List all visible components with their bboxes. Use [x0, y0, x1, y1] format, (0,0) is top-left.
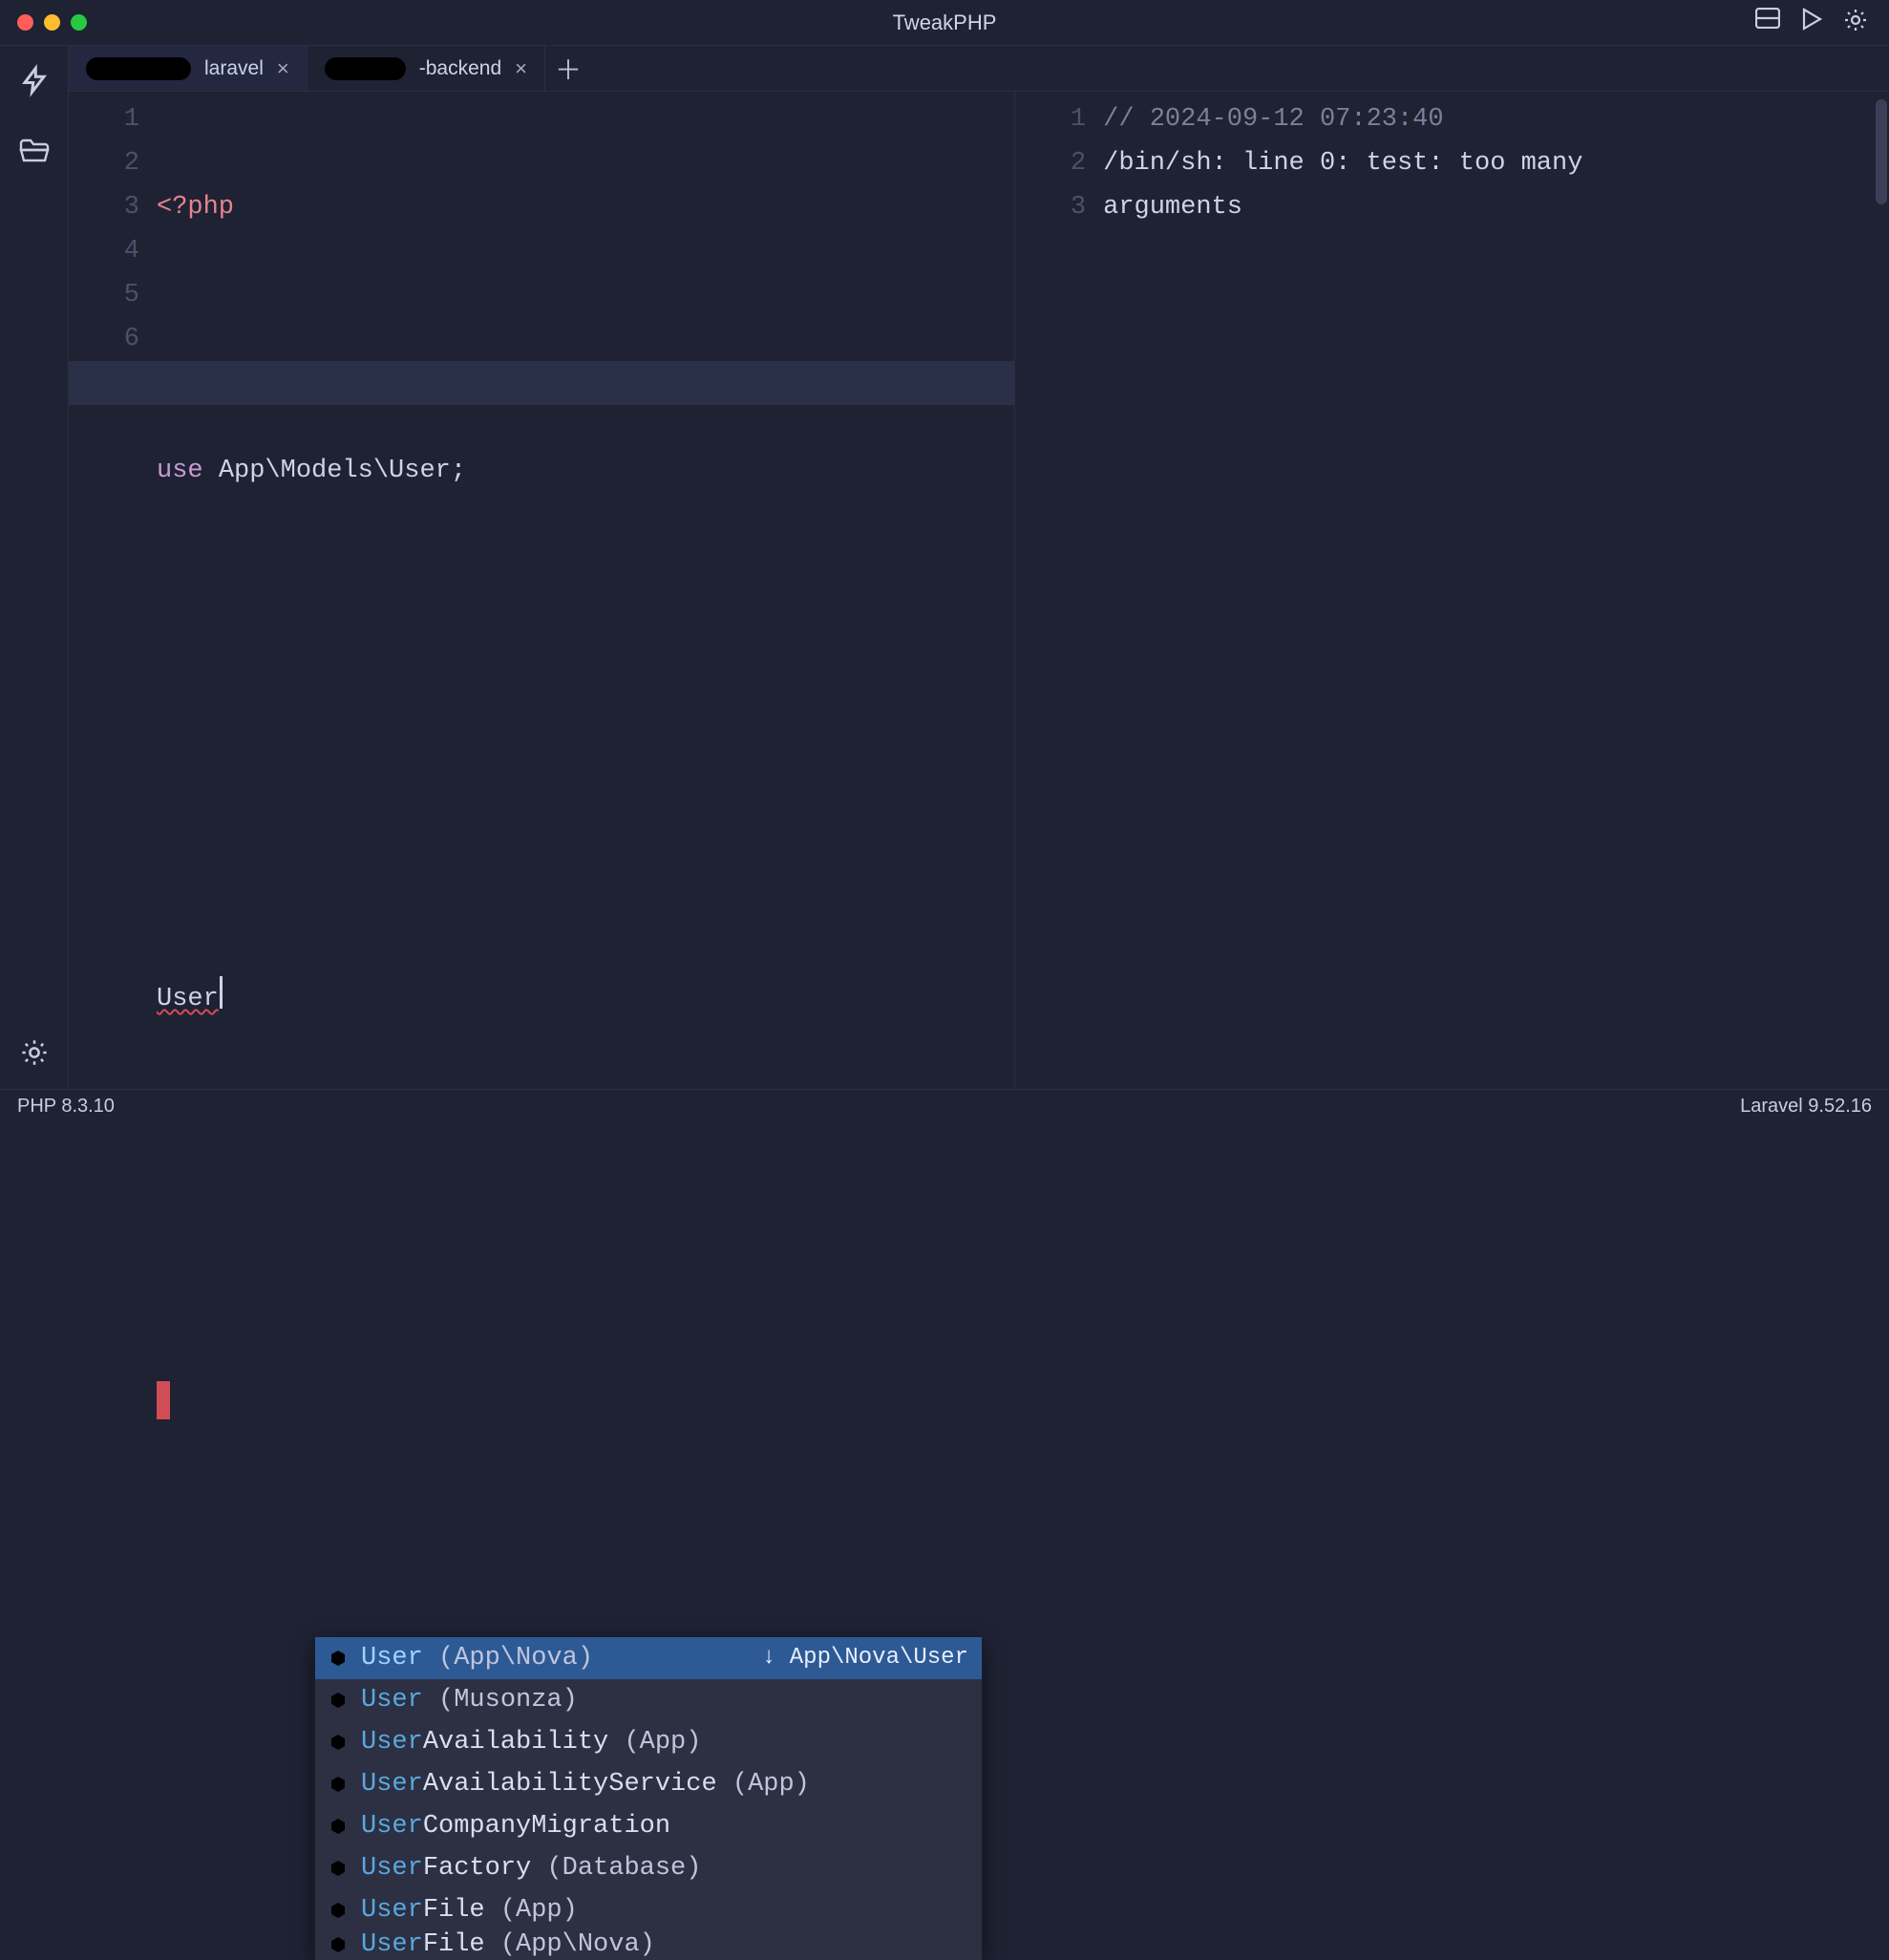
autocomplete-item[interactable]: UserCompanyMigration: [315, 1805, 982, 1847]
class-icon: [329, 1649, 350, 1668]
app-title: TweakPHP: [0, 11, 1889, 35]
class-icon: [329, 1733, 350, 1752]
text-cursor: [220, 976, 223, 1009]
close-icon[interactable]: ×: [515, 56, 527, 81]
line-gutter: 1 2 3 4 5 6 7: [69, 92, 157, 1089]
run-button[interactable]: [1801, 8, 1822, 37]
add-tab-button[interactable]: ＋: [545, 46, 591, 91]
autocomplete-item[interactable]: User (Musonza): [315, 1679, 982, 1721]
autocomplete-item[interactable]: UserAvailability (App): [315, 1721, 982, 1763]
autocomplete-item[interactable]: UserFactory (Database): [315, 1847, 982, 1889]
autocomplete-label: UserFile (App\Nova): [361, 1931, 655, 1960]
output-pane[interactable]: 1 2 3 // 2024-09-12 07:23:40/bin/sh: lin…: [1015, 92, 1889, 1089]
tab-label: laravel: [204, 57, 264, 80]
autocomplete-popup[interactable]: User (App\Nova) ↓ App\Nova\User User (Muso…: [314, 1636, 983, 1960]
content: laravel × -backend × ＋ 1 2 3 4 5: [69, 46, 1889, 1089]
main-area: laravel × -backend × ＋ 1 2 3 4 5: [0, 46, 1889, 1089]
autocomplete-label: UserCompanyMigration: [361, 1805, 670, 1847]
class-icon: [329, 1901, 350, 1920]
autocomplete-detail: ↓ App\Nova\User: [762, 1637, 968, 1679]
autocomplete-item[interactable]: UserFile (App\Nova): [315, 1931, 982, 1960]
autocomplete-label: UserFactory (Database): [361, 1847, 701, 1889]
autocomplete-label: User (Musonza): [361, 1679, 578, 1721]
tab-laravel[interactable]: laravel ×: [69, 46, 308, 91]
bolt-icon[interactable]: [20, 63, 49, 102]
tab-redacted-prefix: [325, 57, 406, 80]
close-window-button[interactable]: [17, 14, 33, 31]
autocomplete-item[interactable]: UserAvailabilityService (App): [315, 1763, 982, 1805]
class-icon: [329, 1775, 350, 1794]
tab-redacted-prefix: [86, 57, 191, 80]
autocomplete-label: UserAvailability (App): [361, 1721, 701, 1763]
editor-split: 1 2 3 4 5 6 7 <?php use App\Models\User;…: [69, 92, 1889, 1089]
laravel-version: Laravel 9.52.16: [1740, 1096, 1872, 1118]
titlebar: TweakPHP: [0, 0, 1889, 46]
minimize-window-button[interactable]: [44, 14, 60, 31]
autocomplete-item[interactable]: UserFile (App): [315, 1889, 982, 1931]
output-area: // 2024-09-12 07:23:40/bin/sh: line 0: t…: [1103, 92, 1889, 1089]
autocomplete-label: User (App\Nova): [361, 1637, 593, 1679]
sidebar: [0, 46, 69, 1089]
close-icon[interactable]: ×: [277, 56, 289, 81]
class-icon: [329, 1817, 350, 1836]
php-version: PHP 8.3.10: [17, 1096, 115, 1118]
titlebar-actions: [1755, 8, 1889, 37]
settings-button[interactable]: [1843, 8, 1868, 37]
maximize-window-button[interactable]: [71, 14, 87, 31]
window-controls: [0, 14, 87, 31]
class-icon: [329, 1691, 350, 1710]
code-editor[interactable]: 1 2 3 4 5 6 7 <?php use App\Models\User;…: [69, 92, 1015, 1089]
folder-open-icon[interactable]: [18, 137, 51, 168]
autocomplete-label: UserAvailabilityService (App): [361, 1763, 810, 1805]
tabs: laravel × -backend × ＋: [69, 46, 1889, 92]
error-marker: [157, 1381, 170, 1419]
line-gutter: 1 2 3: [1015, 92, 1103, 1089]
autocomplete-item[interactable]: User (App\Nova) ↓ App\Nova\User: [315, 1637, 982, 1679]
tab-backend[interactable]: -backend ×: [308, 46, 545, 91]
class-icon: [329, 1859, 350, 1878]
autocomplete-label: UserFile (App): [361, 1889, 578, 1931]
tab-label: -backend: [419, 57, 501, 80]
class-icon: [329, 1935, 350, 1954]
layout-toggle-button[interactable]: [1755, 8, 1780, 37]
settings-bottom-button[interactable]: [20, 1038, 49, 1072]
code-area[interactable]: <?php use App\Models\User; User User (Ap…: [157, 92, 1014, 1089]
